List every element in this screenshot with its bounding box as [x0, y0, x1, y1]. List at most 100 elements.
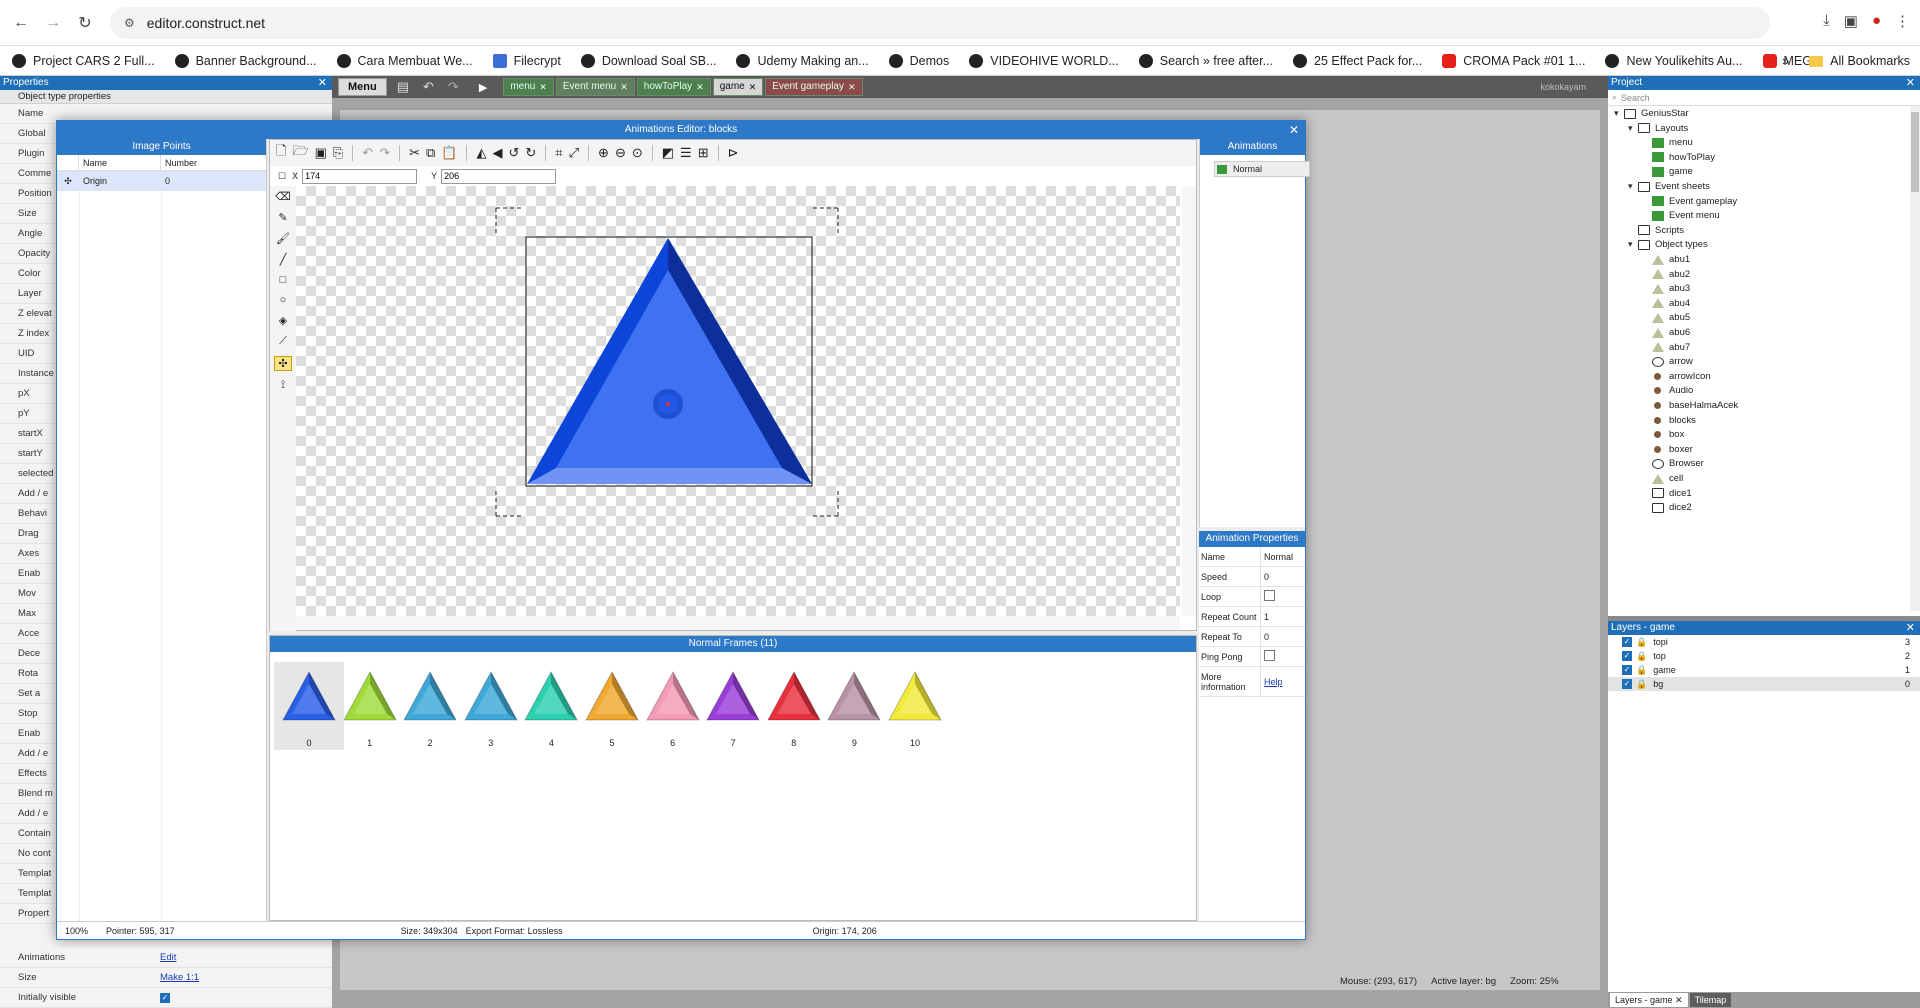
- grid-icon[interactable]: ⊞: [698, 145, 709, 161]
- lock-icon[interactable]: 🔒: [1636, 665, 1647, 676]
- more-bookmarks-icon[interactable]: »: [1782, 54, 1789, 68]
- project-item[interactable]: box: [1642, 429, 1684, 440]
- project-item[interactable]: abu4: [1642, 298, 1690, 309]
- download-icon[interactable]: ⤓: [1823, 12, 1830, 30]
- close-icon[interactable]: ✕: [620, 78, 628, 96]
- layer-row[interactable]: ✓ 🔒 top 2: [1608, 649, 1920, 663]
- ellipse-icon[interactable]: ○: [280, 294, 287, 306]
- project-item[interactable]: ▾ Event sheets: [1628, 181, 1710, 192]
- visible-checkbox[interactable]: ✓: [1622, 651, 1632, 661]
- frame-thumbnail[interactable]: 0: [274, 662, 344, 750]
- visible-checkbox[interactable]: ✓: [160, 993, 170, 1003]
- y-input[interactable]: [441, 168, 557, 184]
- frame-thumbnail[interactable]: 8: [759, 662, 829, 750]
- save-icon[interactable]: ▣: [315, 145, 327, 161]
- flip-icon[interactable]: ◭: [476, 145, 486, 161]
- copy-icon[interactable]: ⧉: [426, 145, 435, 161]
- tab-game[interactable]: game ✕: [712, 78, 764, 96]
- bookmark-item[interactable]: CROMA Pack #01 1...: [1442, 53, 1585, 68]
- menu-icon[interactable]: ⋮: [1895, 12, 1910, 30]
- close-icon[interactable]: ✕: [318, 76, 327, 90]
- close-icon[interactable]: ✕: [1906, 621, 1915, 635]
- horizontal-scrollbar[interactable]: [296, 616, 1180, 630]
- scrollbar-thumb[interactable]: [1911, 112, 1919, 192]
- bookmark-item[interactable]: Project CARS 2 Full...: [12, 53, 155, 68]
- bookmark-item[interactable]: Filecrypt: [492, 53, 561, 68]
- project-item[interactable]: cell: [1642, 473, 1683, 484]
- prop-repeat-to[interactable]: Repeat To 0: [1199, 627, 1305, 647]
- back-icon[interactable]: ←: [10, 12, 32, 34]
- project-item[interactable]: abu7: [1642, 342, 1690, 353]
- all-bookmarks[interactable]: » All Bookmarks: [1782, 46, 1910, 76]
- menu-button[interactable]: Menu: [338, 78, 387, 96]
- rotate-ccw-icon[interactable]: ↺: [508, 145, 519, 161]
- project-item[interactable]: menu: [1642, 137, 1693, 148]
- forward-icon[interactable]: →: [42, 12, 64, 34]
- background-icon[interactable]: ◩: [662, 145, 674, 161]
- property-row[interactable]: Animations Edit: [0, 948, 332, 968]
- rotate-cw-icon[interactable]: ↻: [525, 145, 536, 161]
- line-icon[interactable]: ╱: [280, 253, 287, 266]
- tab-event-menu[interactable]: Event menu ✕: [555, 78, 635, 96]
- bookmark-item[interactable]: New Youlikehits Au...: [1605, 53, 1743, 68]
- project-item[interactable]: abu2: [1642, 269, 1690, 280]
- image-canvas[interactable]: [296, 186, 1180, 616]
- tab-layers[interactable]: Layers - game ✕: [1610, 993, 1688, 1007]
- frame-thumbnail[interactable]: 10: [880, 662, 950, 750]
- sidebar-icon[interactable]: ▣: [1844, 12, 1858, 30]
- prop-name[interactable]: Name Normal: [1199, 547, 1305, 567]
- redo-icon[interactable]: ↷: [448, 79, 459, 95]
- close-icon[interactable]: ✕: [1906, 76, 1915, 90]
- address-bar[interactable]: ⚙ editor.construct.net: [110, 7, 1770, 39]
- ping-pong-checkbox[interactable]: [1264, 650, 1275, 661]
- reload-icon[interactable]: ↻: [74, 12, 96, 34]
- vertical-scrollbar[interactable]: [1182, 186, 1196, 616]
- export-icon[interactable]: ⎘: [333, 145, 343, 161]
- close-icon[interactable]: ✕: [696, 78, 704, 96]
- project-item[interactable]: howToPlay: [1642, 152, 1715, 163]
- expand-icon[interactable]: ▾: [1614, 108, 1624, 119]
- frame-thumbnail[interactable]: 1: [335, 662, 405, 750]
- paste-icon[interactable]: 📋: [441, 145, 457, 161]
- tab-event-gameplay[interactable]: Event gameplay ✕: [765, 78, 863, 96]
- project-item[interactable]: Browser: [1642, 458, 1704, 469]
- bookmark-item[interactable]: 25 Effect Pack for...: [1293, 53, 1422, 68]
- bookmark-item[interactable]: Banner Background...: [174, 53, 317, 68]
- image-point-tool-icon[interactable]: ✣: [274, 356, 292, 371]
- prop-repeat-count[interactable]: Repeat Count 1: [1199, 607, 1305, 627]
- project-item[interactable]: dice1: [1642, 488, 1692, 499]
- expand-icon[interactable]: ▾: [1628, 239, 1638, 250]
- prop-ping-pong[interactable]: Ping Pong: [1199, 647, 1305, 667]
- site-info-icon[interactable]: ⚙: [124, 16, 135, 30]
- project-item[interactable]: Scripts: [1628, 225, 1684, 236]
- loop-checkbox[interactable]: [1264, 590, 1275, 601]
- project-item[interactable]: blocks: [1642, 415, 1696, 426]
- prop-value[interactable]: Normal: [1261, 552, 1293, 562]
- profile-icon[interactable]: ●: [1872, 12, 1881, 30]
- frame-thumbnail[interactable]: 7: [698, 662, 768, 750]
- project-item[interactable]: ▾ Layouts: [1628, 123, 1688, 134]
- lock-icon[interactable]: 🔒: [1636, 679, 1647, 690]
- project-item[interactable]: abu1: [1642, 254, 1690, 265]
- frame-thumbnail[interactable]: 2: [395, 662, 465, 750]
- prop-value[interactable]: [1261, 590, 1275, 603]
- mirror-icon[interactable]: ◀: [492, 145, 502, 161]
- play-icon[interactable]: ⊳: [728, 145, 739, 161]
- prop-speed[interactable]: Speed 0: [1199, 567, 1305, 587]
- project-item[interactable]: Audio: [1642, 385, 1693, 396]
- project-item[interactable]: arrow: [1642, 356, 1693, 367]
- color-picker-icon[interactable]: ⟋: [279, 335, 287, 348]
- project-search[interactable]: ⌕ Search: [1608, 90, 1920, 106]
- project-item[interactable]: abu3: [1642, 283, 1690, 294]
- search-input[interactable]: Search: [1621, 93, 1650, 103]
- layer-row[interactable]: ✓ 🔒 game 1: [1608, 663, 1920, 677]
- bookmark-item[interactable]: Search » free after...: [1138, 53, 1273, 68]
- project-item[interactable]: game: [1642, 166, 1693, 177]
- frame-thumbnail[interactable]: 4: [516, 662, 586, 750]
- close-icon[interactable]: ✕: [749, 78, 757, 96]
- eraser-icon[interactable]: ⌫: [275, 190, 291, 203]
- help-link[interactable]: Help: [1261, 677, 1283, 687]
- new-icon[interactable]: 🗋: [276, 142, 286, 164]
- zoom-in-icon[interactable]: ⊕: [598, 145, 609, 161]
- tab-tilemap[interactable]: Tilemap: [1689, 993, 1732, 1007]
